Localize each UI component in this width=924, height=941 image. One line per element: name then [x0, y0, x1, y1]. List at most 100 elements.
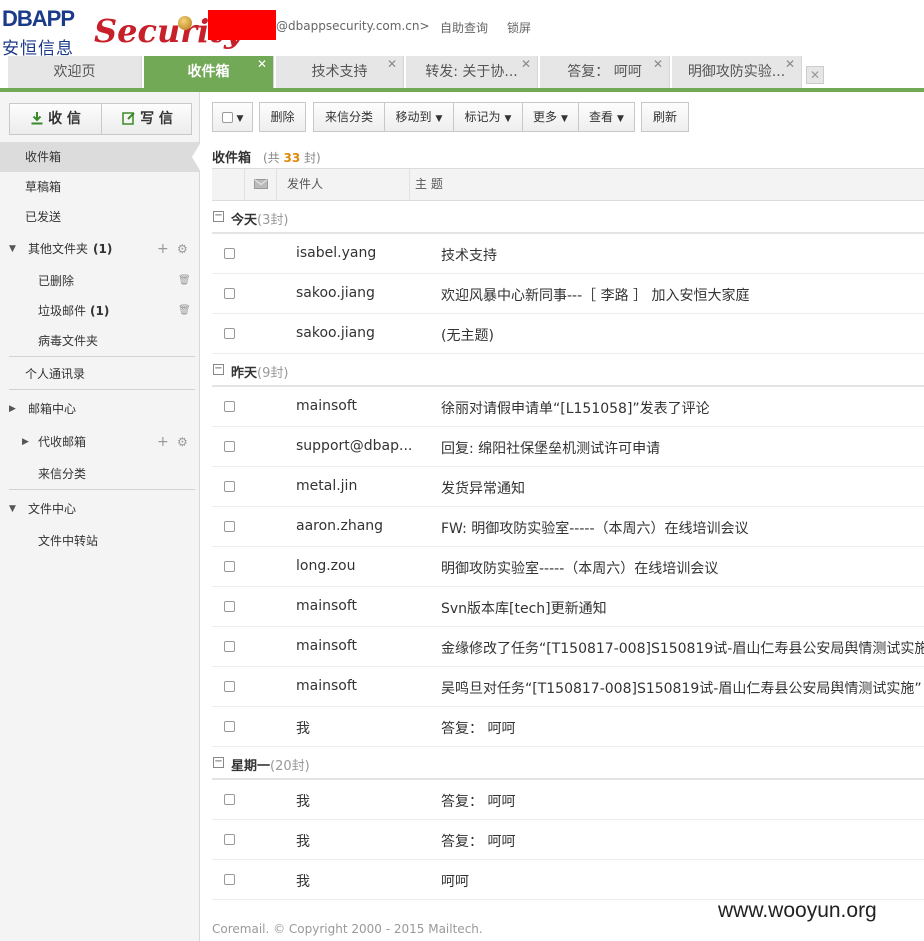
tab-forward[interactable]: 转发: 关于协... ✕	[406, 56, 538, 88]
group-yesterday[interactable]: − 昨天(9封)	[212, 354, 924, 387]
row-checkbox[interactable]	[224, 441, 235, 452]
row-checkbox[interactable]	[224, 681, 235, 692]
table-row[interactable]: mainsoft 金缘修改了任务“[T150817-008]S150819试-眉山…	[212, 627, 924, 667]
collapse-icon[interactable]: −	[213, 211, 224, 222]
classify-button[interactable]: 来信分类	[313, 102, 385, 132]
row-checkbox[interactable]	[224, 401, 235, 412]
column-from[interactable]: 发件人	[276, 169, 409, 200]
sidebar-item-file-center[interactable]: ▼ 文件中心	[0, 494, 200, 524]
sidebar-item-spam[interactable]: 垃圾邮件 (1) 🗑	[0, 296, 200, 326]
caret-down-icon[interactable]: ▼	[9, 234, 16, 264]
table-row[interactable]: isabel.yang 技术支持	[212, 234, 924, 274]
close-all-tabs-icon[interactable]: ✕	[806, 66, 824, 84]
row-subject: FW: 明御攻防实验室-----（本周六）在线培训会议	[441, 521, 749, 537]
add-icon[interactable]: +	[157, 427, 169, 457]
table-row[interactable]: 我 答复： 呵呵	[212, 707, 924, 747]
column-header: 发件人 主 题	[212, 168, 924, 201]
row-subject: 技术支持	[441, 248, 497, 264]
row-checkbox[interactable]	[224, 288, 235, 299]
row-checkbox[interactable]	[224, 721, 235, 732]
row-checkbox[interactable]	[224, 521, 235, 532]
write-button[interactable]: 写 信	[102, 104, 193, 134]
group-count: (3封)	[257, 213, 289, 228]
table-row[interactable]: 我 答复： 呵呵	[212, 780, 924, 820]
sidebar: 收 信 写 信 收件箱 草稿箱 已发送 ▼ 其他文件夹 (1) + ⚙ 已删除 …	[0, 92, 201, 941]
gear-icon[interactable]: ⚙	[177, 427, 188, 457]
close-icon[interactable]: ✕	[387, 48, 397, 80]
trash-icon[interactable]: 🗑	[178, 296, 191, 326]
add-icon[interactable]: +	[157, 234, 169, 264]
column-subject[interactable]: 主 题	[409, 169, 924, 200]
refresh-button[interactable]: 刷新	[641, 102, 689, 132]
envelope-icon[interactable]	[244, 169, 276, 200]
tab-tech-support[interactable]: 技术支持 ✕	[276, 56, 404, 88]
sidebar-item-mail-rules[interactable]: 来信分类	[0, 459, 200, 489]
table-row[interactable]: mainsoft 吴鸣旦对任务“[T150817-008]S150819试-眉山仁…	[212, 667, 924, 707]
row-subject: 回复: 绵阳社保堡垒机测试许可申请	[441, 441, 661, 457]
caret-right-icon[interactable]: ▶	[22, 427, 29, 457]
tab-inbox[interactable]: 收件箱 ✕	[144, 56, 274, 88]
group-count: (20封)	[270, 759, 310, 774]
row-checkbox[interactable]	[224, 481, 235, 492]
group-monday[interactable]: − 星期一(20封)	[212, 747, 924, 780]
checkbox[interactable]	[221, 112, 233, 123]
row-subject: 呵呵	[441, 874, 469, 890]
tab-welcome[interactable]: 欢迎页	[8, 56, 142, 88]
delete-button[interactable]: 删除	[259, 102, 306, 132]
table-row[interactable]: metal.jin 发货异常通知	[212, 467, 924, 507]
close-icon[interactable]: ✕	[521, 48, 531, 80]
table-row[interactable]: aaron.zhang FW: 明御攻防实验室-----（本周六）在线培训会议	[212, 507, 924, 547]
row-checkbox[interactable]	[224, 874, 235, 885]
row-checkbox[interactable]	[224, 641, 235, 652]
tab-label: 收件箱	[187, 64, 230, 80]
close-icon[interactable]: ✕	[653, 48, 663, 80]
table-row[interactable]: mainsoft 徐丽对请假申请单“[L151058]”发表了评论	[212, 387, 924, 427]
row-checkbox[interactable]	[224, 561, 235, 572]
row-checkbox[interactable]	[224, 328, 235, 339]
sidebar-item-virus[interactable]: 病毒文件夹	[0, 326, 200, 356]
collapse-icon[interactable]: −	[213, 364, 224, 375]
row-checkbox[interactable]	[224, 794, 235, 805]
table-row[interactable]: 我 呵呵	[212, 860, 924, 900]
table-row[interactable]: long.zou 明御攻防实验室-----（本周六）在线培训会议	[212, 547, 924, 587]
sidebar-item-mail-center[interactable]: ▶ 邮箱中心	[0, 394, 200, 424]
mark-as-dropdown[interactable]: 标记为 ▼	[453, 102, 523, 132]
sidebar-item-deleted[interactable]: 已删除 🗑	[0, 266, 200, 296]
group-today[interactable]: − 今天(3封)	[212, 201, 924, 234]
lock-screen-link[interactable]: 锁屏	[507, 19, 531, 36]
tab-reply[interactable]: 答复： 呵呵 ✕	[540, 56, 670, 88]
table-row[interactable]: sakoo.jiang 欢迎风暴中心新同事---［ 李路 ］ 加入安恒大家庭	[212, 274, 924, 314]
sidebar-item-sent[interactable]: 已发送	[0, 202, 200, 232]
sidebar-item-drafts[interactable]: 草稿箱	[0, 172, 200, 202]
sidebar-item-proxy-mailbox[interactable]: ▶ 代收邮箱 + ⚙	[0, 427, 200, 457]
count-prefix: (共	[263, 151, 280, 165]
receive-button[interactable]: 收 信	[10, 104, 101, 134]
row-checkbox[interactable]	[224, 248, 235, 259]
table-row[interactable]: 我 答复： 呵呵	[212, 820, 924, 860]
self-service-link[interactable]: 自助查询	[440, 19, 488, 36]
sidebar-item-file-transfer[interactable]: 文件中转站	[0, 526, 200, 556]
collapse-icon[interactable]: −	[213, 757, 224, 768]
sidebar-item-inbox[interactable]: 收件箱	[0, 142, 200, 172]
select-all-dropdown[interactable]: ▼	[212, 102, 253, 132]
row-sender: mainsoft	[296, 598, 358, 614]
divider	[9, 489, 195, 490]
gear-icon[interactable]: ⚙	[177, 234, 188, 264]
more-dropdown[interactable]: 更多 ▼	[522, 102, 579, 132]
row-checkbox[interactable]	[224, 834, 235, 845]
row-sender: 我	[296, 721, 310, 737]
row-checkbox[interactable]	[224, 601, 235, 612]
sidebar-item-contacts[interactable]: 个人通讯录	[0, 359, 200, 389]
close-icon[interactable]: ✕	[785, 48, 795, 80]
move-to-dropdown[interactable]: 移动到 ▼	[384, 102, 454, 132]
table-row[interactable]: sakoo.jiang (无主题)	[212, 314, 924, 354]
caret-down-icon[interactable]: ▼	[9, 494, 16, 524]
view-dropdown[interactable]: 查看 ▼	[578, 102, 635, 132]
close-icon[interactable]: ✕	[257, 48, 267, 80]
trash-icon[interactable]: 🗑	[178, 266, 191, 296]
table-row[interactable]: support@dbap... 回复: 绵阳社保堡垒机测试许可申请	[212, 427, 924, 467]
caret-right-icon[interactable]: ▶	[9, 394, 16, 424]
sidebar-item-other-folders[interactable]: ▼ 其他文件夹 (1) + ⚙	[0, 234, 200, 264]
table-row[interactable]: mainsoft Svn版本库[tech]更新通知	[212, 587, 924, 627]
tab-lab[interactable]: 明御攻防实验... ✕	[672, 56, 802, 88]
